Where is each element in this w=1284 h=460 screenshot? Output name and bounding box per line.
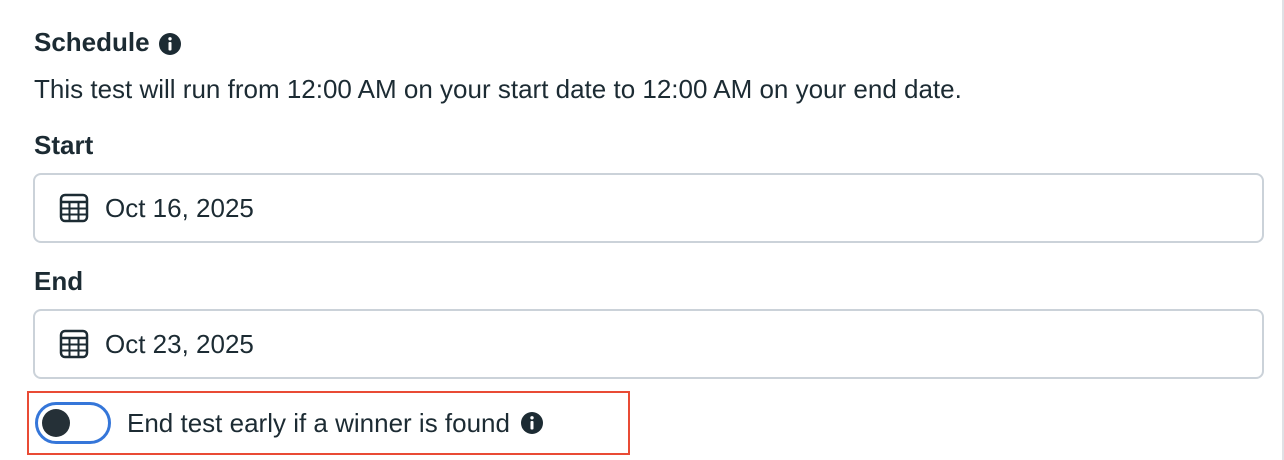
calendar-icon xyxy=(59,193,89,223)
end-date-value: Oct 23, 2025 xyxy=(105,329,254,359)
start-date-value: Oct 16, 2025 xyxy=(105,193,254,223)
end-early-highlight: End test early if a winner is found xyxy=(27,391,630,455)
end-early-toggle[interactable] xyxy=(35,402,111,444)
info-icon[interactable] xyxy=(520,411,544,435)
schedule-heading: Schedule xyxy=(34,25,182,59)
end-label: End xyxy=(34,266,84,296)
info-icon[interactable] xyxy=(158,30,182,55)
start-label: Start xyxy=(34,130,94,160)
start-date-field[interactable]: Oct 16, 2025 xyxy=(33,173,1264,243)
end-early-label: End test early if a winner is found xyxy=(127,408,510,438)
schedule-description: This test will run from 12:00 AM on your… xyxy=(34,74,962,104)
toggle-knob xyxy=(42,409,70,437)
schedule-panel: Schedule This test will run from 12:00 A… xyxy=(0,0,1284,460)
schedule-heading-text: Schedule xyxy=(34,27,150,57)
calendar-icon xyxy=(59,329,89,359)
end-date-field[interactable]: Oct 23, 2025 xyxy=(33,309,1264,379)
